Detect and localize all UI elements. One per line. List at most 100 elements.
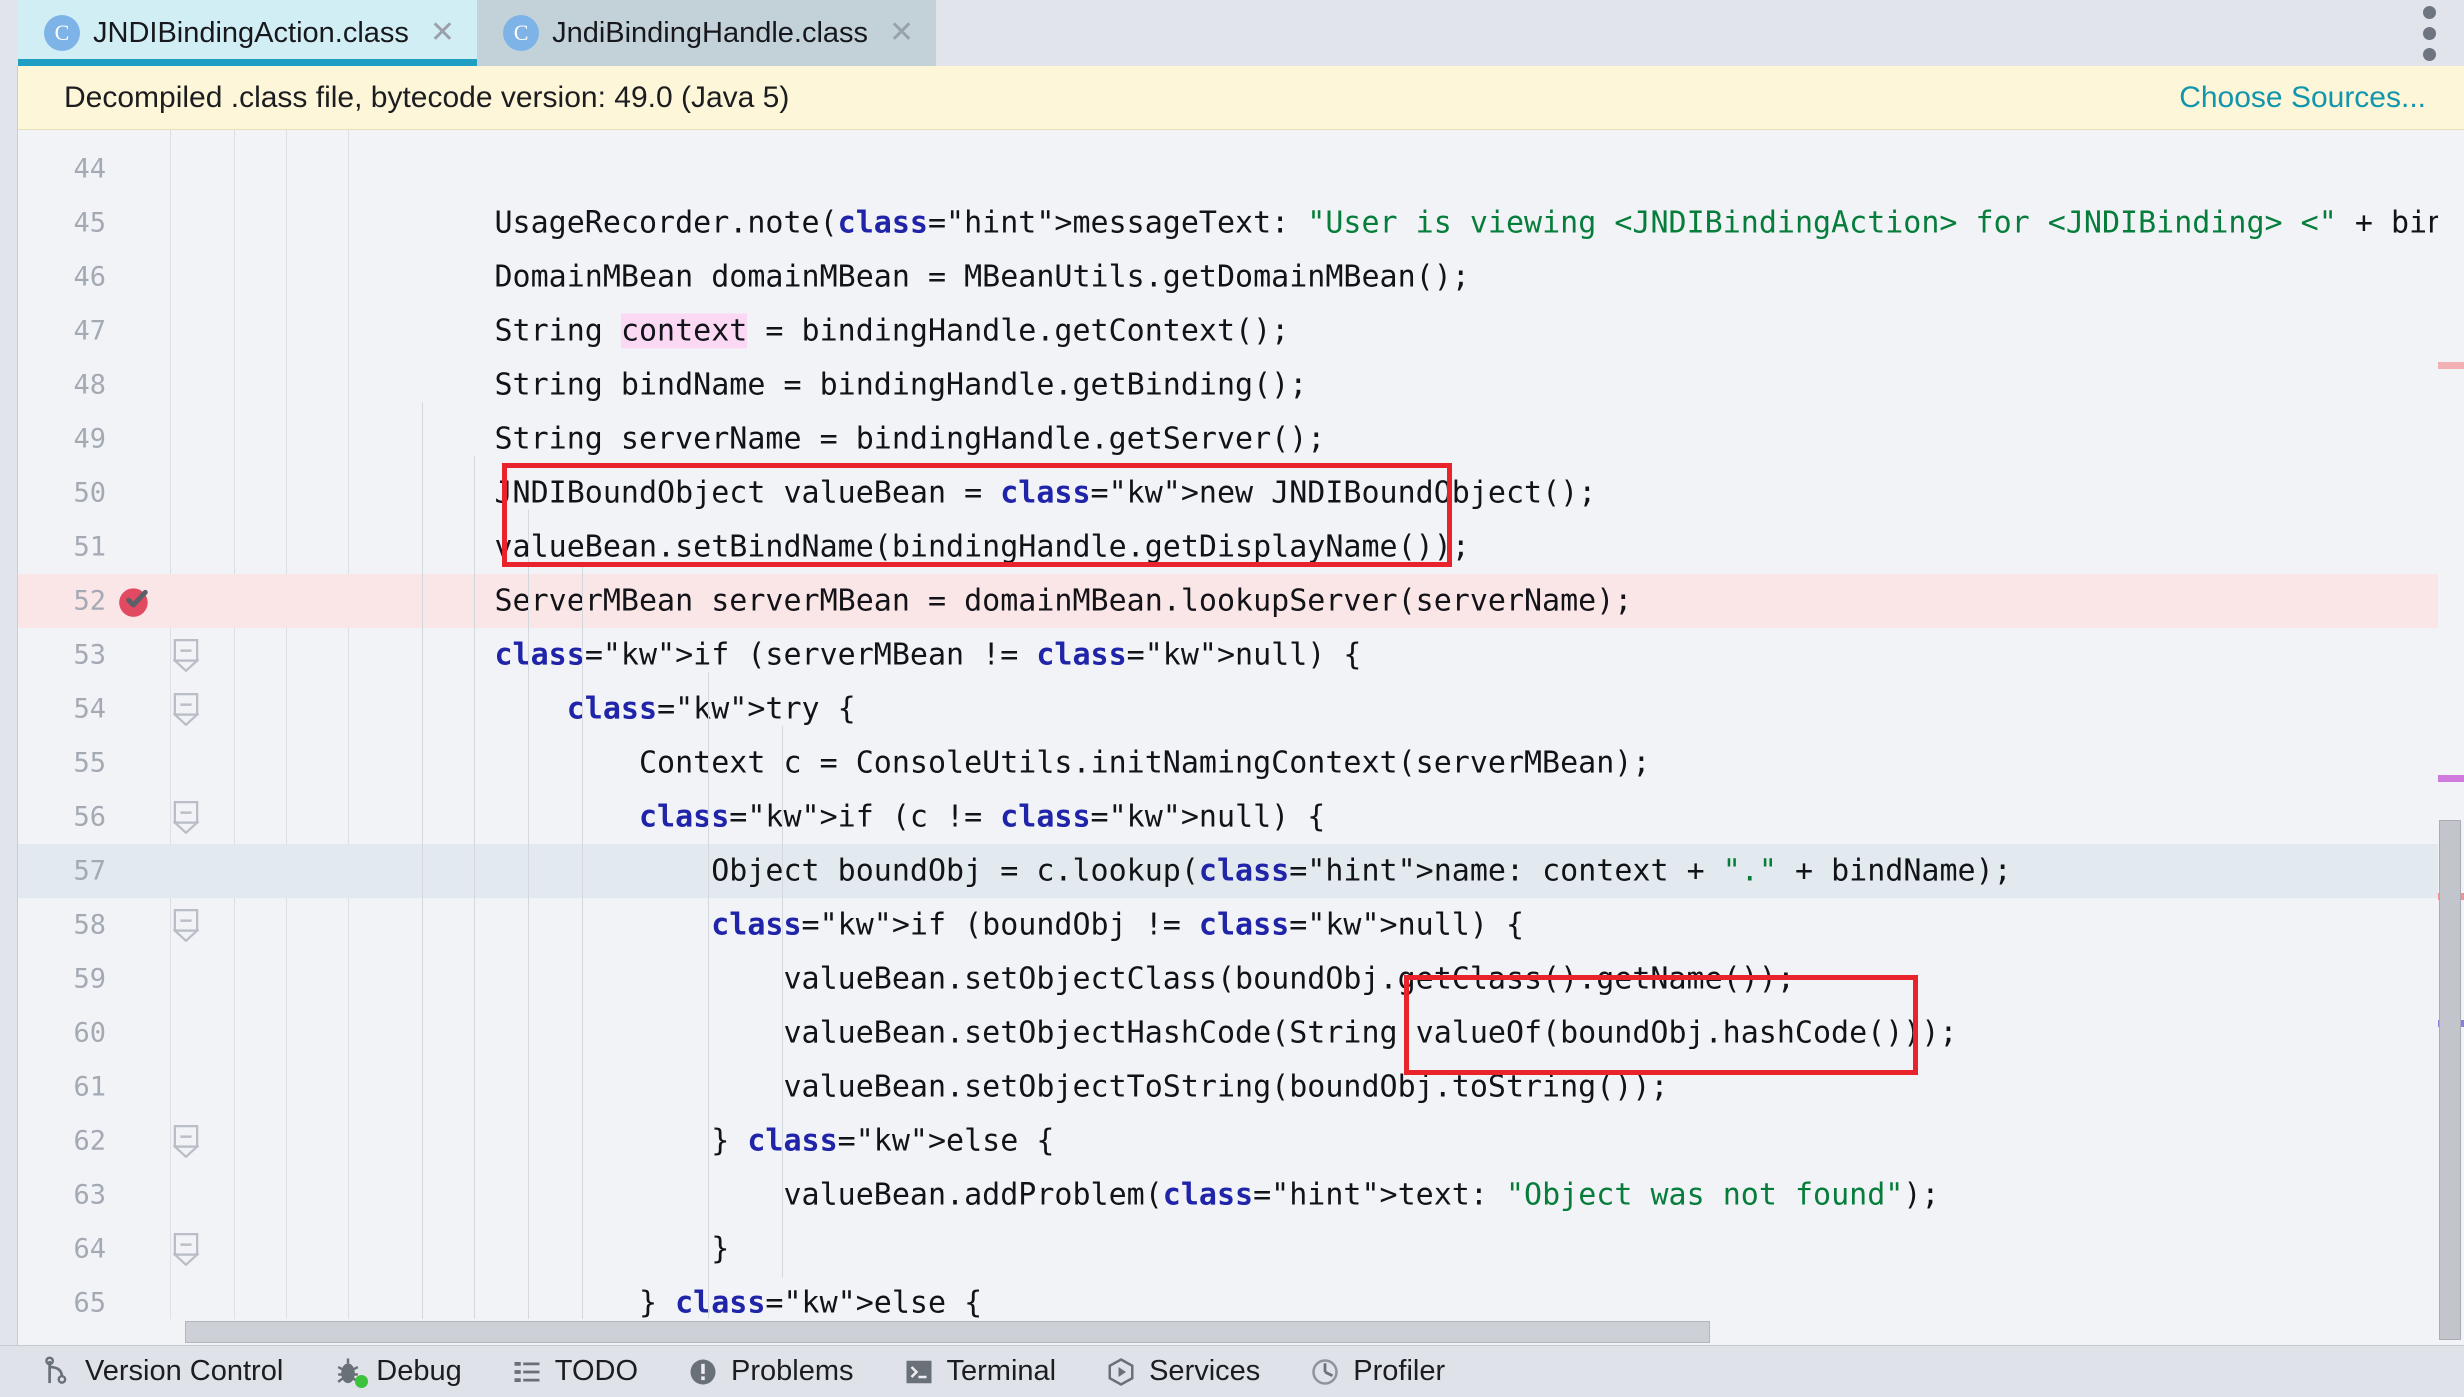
error-circle-icon	[686, 1355, 720, 1389]
indent-guide	[422, 402, 423, 1332]
code-line[interactable]: 46 DomainMBean domainMBean = MBeanUtils.…	[18, 250, 2464, 304]
line-number: 61	[18, 1072, 106, 1103]
line-number: 50	[18, 478, 106, 509]
vertical-scrollbar[interactable]	[2438, 130, 2464, 1347]
code-line[interactable]: 63 valueBean.addProblem(class="hint">tex…	[18, 1168, 2464, 1222]
statusbar-item-label: Profiler	[1353, 1355, 1445, 1388]
line-number: 65	[18, 1288, 106, 1319]
debug-active-badge	[355, 1375, 368, 1388]
code-text[interactable]: class="kw">if (boundObj != class="kw">nu…	[350, 908, 1524, 943]
bottom-tool-window-bar: Version Control Debug TODO	[0, 1345, 2464, 1397]
code-text[interactable]: class="kw">if (serverMBean != class="kw"…	[350, 638, 1361, 673]
code-line[interactable]: 45 UsageRecorder.note(class="hint">messa…	[18, 196, 2464, 250]
code-line[interactable]: 49 String serverName = bindingHandle.get…	[18, 412, 2464, 466]
fold-collapse-icon[interactable]	[173, 908, 199, 942]
code-line[interactable]: 56 class="kw">if (c != class="kw">null) …	[18, 790, 2464, 844]
code-text[interactable]: UsageRecorder.note(class="hint">messageT…	[350, 206, 2464, 241]
code-text[interactable]: String serverName = bindingHandle.getSer…	[350, 422, 1325, 457]
code-text[interactable]: ServerMBean serverMBean = domainMBean.lo…	[350, 584, 1632, 619]
code-text[interactable]: } class="kw">else {	[350, 1286, 982, 1321]
branch-icon	[40, 1355, 74, 1389]
code-line[interactable]: 44	[18, 142, 2464, 196]
line-number: 52	[18, 586, 106, 617]
statusbar-item-problems[interactable]: Problems	[686, 1355, 854, 1389]
breakpoint-verified-icon[interactable]	[116, 582, 154, 620]
code-line[interactable]: 47 String context = bindingHandle.getCon…	[18, 304, 2464, 358]
code-line[interactable]: 54 class="kw">try {	[18, 682, 2464, 736]
fold-collapse-icon[interactable]	[173, 692, 199, 726]
line-number: 44	[18, 154, 106, 185]
close-icon[interactable]: ✕	[889, 18, 914, 48]
code-line[interactable]: 59 valueBean.setObjectClass(boundObj.get…	[18, 952, 2464, 1006]
line-number: 51	[18, 532, 106, 563]
code-line[interactable]: 58 class="kw">if (boundObj != class="kw"…	[18, 898, 2464, 952]
line-number: 54	[18, 694, 106, 725]
choose-sources-link[interactable]: Choose Sources...	[2179, 81, 2426, 115]
fold-collapse-icon[interactable]	[173, 638, 199, 672]
vertical-scrollbar-thumb[interactable]	[2439, 820, 2461, 1340]
red-box-declarations	[502, 463, 1452, 567]
line-number: 59	[18, 964, 106, 995]
tab-jndibindinghandle[interactable]: C JndiBindingHandle.class ✕	[477, 0, 936, 66]
indent-guide	[782, 726, 783, 1278]
code-text[interactable]: String bindName = bindingHandle.getBindi…	[350, 368, 1307, 403]
line-number: 55	[18, 748, 106, 779]
tab-bar-empty-space	[936, 0, 2394, 66]
statusbar-item-label: Version Control	[85, 1355, 283, 1388]
line-number: 47	[18, 316, 106, 347]
indent-guide	[708, 672, 709, 1332]
code-line[interactable]: 55 Context c = ConsoleUtils.initNamingCo…	[18, 736, 2464, 790]
statusbar-item-label: Debug	[376, 1355, 461, 1388]
statusbar-item-label: Terminal	[947, 1355, 1057, 1388]
indent-guide	[528, 510, 529, 1332]
fold-collapse-icon[interactable]	[173, 1124, 199, 1158]
line-number: 48	[18, 370, 106, 401]
close-icon[interactable]: ✕	[430, 18, 455, 48]
indent-guide	[474, 456, 475, 1332]
fold-collapse-icon[interactable]	[173, 800, 199, 834]
line-number: 49	[18, 424, 106, 455]
scrollbar-marker	[2438, 362, 2464, 369]
list-icon	[510, 1355, 544, 1389]
code-line[interactable]: 53 class="kw">if (serverMBean != class="…	[18, 628, 2464, 682]
code-text[interactable]: } class="kw">else {	[350, 1124, 1054, 1159]
code-text[interactable]: Object boundObj = c.lookup(class="hint">…	[350, 854, 2012, 889]
indent-guide	[582, 564, 583, 1332]
code-line[interactable]: 57 Object boundObj = c.lookup(class="hin…	[18, 844, 2464, 898]
scrollbar-marker	[2438, 775, 2464, 782]
statusbar-item-todo[interactable]: TODO	[510, 1355, 638, 1389]
code-text[interactable]: }	[350, 1232, 729, 1267]
line-number: 63	[18, 1180, 106, 1211]
tab-jndibindingaction[interactable]: C JNDIBindingAction.class ✕	[18, 0, 477, 66]
code-text[interactable]: DomainMBean domainMBean = MBeanUtils.get…	[350, 260, 1470, 295]
left-tool-rail	[0, 0, 18, 1397]
fold-collapse-icon[interactable]	[173, 1232, 199, 1266]
statusbar-item-terminal[interactable]: Terminal	[902, 1355, 1057, 1389]
code-line[interactable]: 61 valueBean.setObjectToString(boundObj.…	[18, 1060, 2464, 1114]
statusbar-item-services[interactable]: Services	[1104, 1355, 1260, 1389]
code-line[interactable]: 48 String bindName = bindingHandle.getBi…	[18, 358, 2464, 412]
code-line[interactable]: 64 }	[18, 1222, 2464, 1276]
statusbar-item-debug[interactable]: Debug	[331, 1355, 461, 1389]
code-text[interactable]: valueBean.addProblem(class="hint">text: …	[350, 1178, 1939, 1213]
code-text[interactable]: class="kw">if (c != class="kw">null) {	[350, 800, 1325, 835]
services-icon	[1104, 1355, 1138, 1389]
code-line[interactable]: 52 ServerMBean serverMBean = domainMBean…	[18, 574, 2464, 628]
code-text[interactable]: String context = bindingHandle.getContex…	[350, 314, 1289, 349]
line-number: 62	[18, 1126, 106, 1157]
tab-label: JndiBindingHandle.class	[552, 17, 868, 50]
banner-message: Decompiled .class file, bytecode version…	[64, 81, 789, 115]
line-number: 56	[18, 802, 106, 833]
horizontal-scrollbar[interactable]	[18, 1319, 2438, 1345]
horizontal-scrollbar-thumb[interactable]	[185, 1321, 1710, 1343]
more-vertical-icon[interactable]	[2394, 0, 2464, 66]
code-line[interactable]: 62 } class="kw">else {	[18, 1114, 2464, 1168]
code-line[interactable]: 60 valueBean.setObjectHashCode(String.va…	[18, 1006, 2464, 1060]
statusbar-item-label: TODO	[555, 1355, 638, 1388]
code-editor[interactable]: 44 45 UsageRecorder.note(class="hint">mes…	[18, 130, 2464, 1347]
code-text[interactable]: class="kw">try {	[350, 692, 856, 727]
code-text[interactable]: Context c = ConsoleUtils.initNamingConte…	[350, 746, 1650, 781]
statusbar-item-version-control[interactable]: Version Control	[40, 1355, 283, 1389]
line-number: 46	[18, 262, 106, 293]
statusbar-item-profiler[interactable]: Profiler	[1308, 1355, 1445, 1389]
